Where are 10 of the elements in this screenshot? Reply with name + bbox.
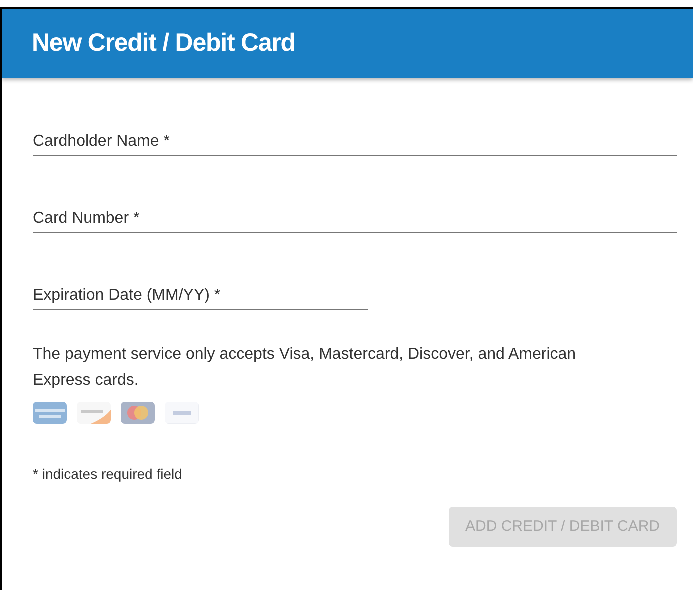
payment-notice: The payment service only accepts Visa, Mastercard, Discover, and American Express cards. [33,345,578,391]
input-field[interactable]: Cardholder Name * [33,128,677,156]
dialog-title: New Credit / Debit Card [32,28,296,59]
input-field[interactable]: Expiration Date (MM/YY) * [33,282,368,310]
input-field[interactable]: Card Number * [33,205,677,233]
card-logo-icon [121,402,155,424]
card-logo-icon [33,402,67,424]
required-note: * indicates required field [33,465,184,484]
card-logo-icon [77,402,111,424]
card-logo-icon [165,402,199,424]
